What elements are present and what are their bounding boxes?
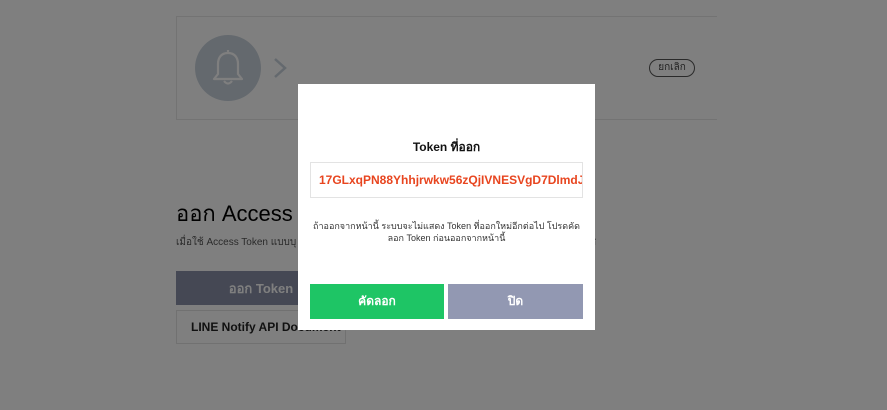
modal-note: ถ้าออกจากหน้านี้ ระบบจะไม่แสดง Token ที่… xyxy=(313,221,580,243)
modal-title: Token ที่ออก xyxy=(412,140,481,154)
token-value[interactable]: 17GLxqPN88Yhhjrwkw56zQjIVNESVgD7DlmdJC xyxy=(319,173,582,187)
close-button[interactable]: ปิด xyxy=(448,284,583,319)
token-modal: Token ที่ออก 17GLxqPN88Yhhjrwkw56zQjIVNE… xyxy=(298,84,595,330)
copy-button[interactable]: คัดลอก xyxy=(310,284,444,319)
token-field[interactable]: 17GLxqPN88Yhhjrwkw56zQjIVNESVgD7DlmdJC xyxy=(310,162,583,198)
